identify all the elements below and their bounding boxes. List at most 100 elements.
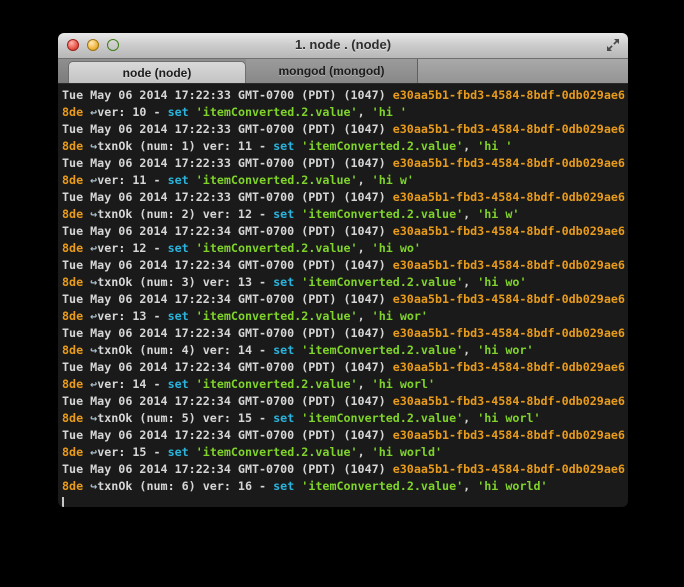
terminal-line: 8de ↪txnOk (num: 6) ver: 16 - set 'itemC… [62,478,628,495]
terminal-line: 8de ↪txnOk (num: 5) ver: 15 - set 'itemC… [62,410,628,427]
text-segment: txnOk (num: 2) ver: 12 - [97,207,273,221]
text-segment: e30aa5b1-fbd3-4584-8bdf-0db029ae6 [393,258,625,272]
text-segment: set [168,445,189,459]
text-segment: e30aa5b1-fbd3-4584-8bdf-0db029ae6 [393,462,625,476]
text-segment: txnOk (num: 5) ver: 15 - [97,411,273,425]
text-segment: 'itemConverted.2.value' [196,309,358,323]
text-segment: set [168,173,189,187]
text-segment: , [463,207,477,221]
terminal-cursor [62,497,64,508]
terminal-line: Tue May 06 2014 17:22:34 GMT-0700 (PDT) … [62,257,628,274]
text-segment: 'hi worl' [372,377,435,391]
terminal-line: 8de ↩ver: 10 - set 'itemConverted.2.valu… [62,104,628,121]
terminal-output[interactable]: Tue May 06 2014 17:22:33 GMT-0700 (PDT) … [58,84,628,507]
text-segment [189,445,196,459]
terminal-line: 8de ↩ver: 13 - set 'itemConverted.2.valu… [62,308,628,325]
text-segment: ver: 15 - [97,445,167,459]
text-segment: e30aa5b1-fbd3-4584-8bdf-0db029ae6 [393,428,625,442]
text-segment: , [358,241,372,255]
text-segment: e30aa5b1-fbd3-4584-8bdf-0db029ae6 [393,88,625,102]
text-segment: e30aa5b1-fbd3-4584-8bdf-0db029ae6 [393,394,625,408]
text-segment: set [273,275,294,289]
text-segment: txnOk (num: 3) ver: 13 - [97,275,273,289]
text-segment: e30aa5b1-fbd3-4584-8bdf-0db029ae6 [393,326,625,340]
text-segment: 'itemConverted.2.value' [301,479,463,493]
terminal-line: Tue May 06 2014 17:22:33 GMT-0700 (PDT) … [62,121,628,138]
titlebar[interactable]: 1. node . (node) [58,33,628,59]
text-segment: 'hi wo' [477,275,526,289]
text-segment: 'hi wor' [477,343,533,357]
text-segment: ver: 13 - [97,309,167,323]
text-segment: e30aa5b1-fbd3-4584-8bdf-0db029ae6 [393,360,625,374]
terminal-line: Tue May 06 2014 17:22:34 GMT-0700 (PDT) … [62,393,628,410]
text-segment: Tue May 06 2014 17:22:34 GMT-0700 (PDT) … [62,428,393,442]
terminal-window: 1. node . (node) node (node) mongod (mon… [58,33,628,507]
text-segment: , [463,343,477,357]
terminal-line: Tue May 06 2014 17:22:34 GMT-0700 (PDT) … [62,359,628,376]
terminal-line: 8de ↪txnOk (num: 4) ver: 14 - set 'itemC… [62,342,628,359]
tab-mongod[interactable]: mongod (mongod) [246,59,418,83]
terminal-line: 8de ↪txnOk (num: 3) ver: 13 - set 'itemC… [62,274,628,291]
text-segment: 'itemConverted.2.value' [301,343,463,357]
text-segment: 8de [62,343,90,357]
text-segment: 'hi worl' [477,411,540,425]
text-segment: 8de [62,377,90,391]
text-segment: set [273,343,294,357]
text-segment: 'itemConverted.2.value' [196,445,358,459]
text-segment: txnOk (num: 4) ver: 14 - [97,343,273,357]
text-segment: Tue May 06 2014 17:22:33 GMT-0700 (PDT) … [62,122,393,136]
text-segment: , [358,173,372,187]
text-segment: 'hi ' [372,105,407,119]
text-segment: , [463,411,477,425]
text-segment: , [463,275,477,289]
text-segment: e30aa5b1-fbd3-4584-8bdf-0db029ae6 [393,122,625,136]
terminal-line: Tue May 06 2014 17:22:34 GMT-0700 (PDT) … [62,325,628,342]
text-segment: set [168,105,189,119]
text-segment: set [273,207,294,221]
terminal-line: 8de ↩ver: 11 - set 'itemConverted.2.valu… [62,172,628,189]
terminal-line: Tue May 06 2014 17:22:33 GMT-0700 (PDT) … [62,87,628,104]
text-segment: txnOk (num: 6) ver: 16 - [97,479,273,493]
text-segment: 8de [62,105,90,119]
text-segment: 'hi wo' [372,241,421,255]
text-segment: 8de [62,445,90,459]
text-segment: Tue May 06 2014 17:22:34 GMT-0700 (PDT) … [62,326,393,340]
text-segment: 8de [62,479,90,493]
text-segment: 'hi wor' [372,309,428,323]
text-segment: 'itemConverted.2.value' [196,105,358,119]
text-segment: Tue May 06 2014 17:22:34 GMT-0700 (PDT) … [62,224,393,238]
text-segment: 'itemConverted.2.value' [301,275,463,289]
text-segment: Tue May 06 2014 17:22:34 GMT-0700 (PDT) … [62,394,393,408]
terminal-line: Tue May 06 2014 17:22:34 GMT-0700 (PDT) … [62,223,628,240]
tab-node[interactable]: node (node) [68,61,246,83]
text-segment [189,377,196,391]
terminal-line: 8de ↩ver: 14 - set 'itemConverted.2.valu… [62,376,628,393]
text-segment: , [463,139,477,153]
text-segment: 'itemConverted.2.value' [301,139,463,153]
text-segment: ver: 10 - [97,105,167,119]
text-segment: Tue May 06 2014 17:22:33 GMT-0700 (PDT) … [62,156,393,170]
text-segment: e30aa5b1-fbd3-4584-8bdf-0db029ae6 [393,224,625,238]
resize-icon[interactable] [605,37,621,53]
text-segment: 'itemConverted.2.value' [301,207,463,221]
text-segment [189,241,196,255]
text-segment: 8de [62,309,90,323]
text-segment: Tue May 06 2014 17:22:34 GMT-0700 (PDT) … [62,462,393,476]
text-segment: txnOk (num: 1) ver: 11 - [97,139,273,153]
text-segment: 'itemConverted.2.value' [301,411,463,425]
text-segment: ver: 11 - [97,173,167,187]
tab-mongod-label: mongod (mongod) [279,64,385,78]
terminal-line: 8de ↩ver: 15 - set 'itemConverted.2.valu… [62,444,628,461]
window-title: 1. node . (node) [58,37,628,52]
text-segment: 8de [62,411,90,425]
terminal-line: Tue May 06 2014 17:22:33 GMT-0700 (PDT) … [62,189,628,206]
text-segment: 'hi w' [372,173,414,187]
text-segment: set [273,139,294,153]
text-segment: set [273,411,294,425]
text-segment: set [168,241,189,255]
text-segment: set [168,377,189,391]
text-segment: Tue May 06 2014 17:22:34 GMT-0700 (PDT) … [62,360,393,374]
text-segment: ver: 12 - [97,241,167,255]
terminal-line [62,495,628,507]
text-segment [189,309,196,323]
